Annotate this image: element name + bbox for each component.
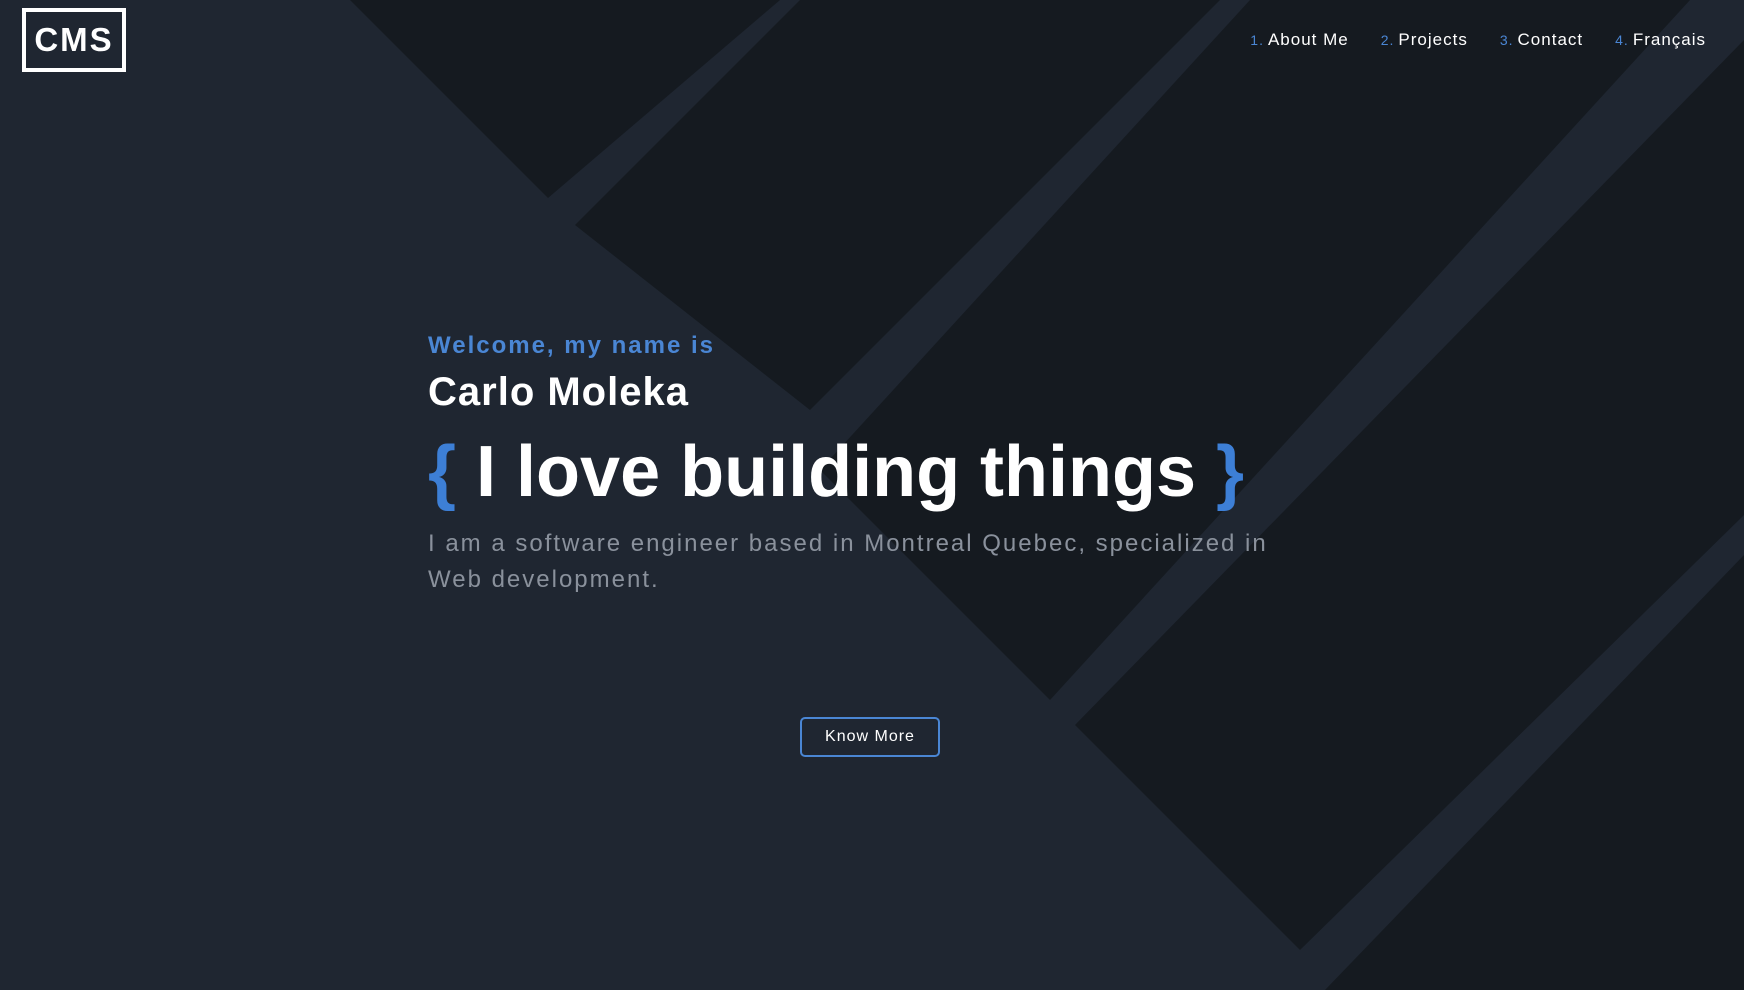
hero-tagline: { I love building things } — [428, 430, 1328, 514]
author-name: Carlo Moleka — [428, 370, 689, 414]
nav-item-number: 3. — [1499, 32, 1514, 48]
nav-item-number: 2. — [1380, 32, 1395, 48]
nav-item-label: Contact — [1517, 30, 1584, 49]
page: CMS 1. About Me 2. Projects 3. Contact 4… — [0, 0, 1744, 990]
nav-item-contact[interactable]: 3. Contact — [1500, 30, 1583, 50]
open-brace: { — [428, 432, 457, 512]
hero-description: I am a software engineer based in Montre… — [428, 530, 1268, 593]
nav-item-projects[interactable]: 2. Projects — [1381, 30, 1468, 50]
nav-item-label: About Me — [1267, 30, 1349, 49]
nav-item-label: Projects — [1398, 30, 1468, 49]
logo[interactable]: CMS — [22, 8, 126, 72]
nav-item-number: 4. — [1615, 32, 1629, 48]
nav-item-label: Français — [1632, 30, 1706, 49]
welcome-text: Welcome, my name is — [428, 332, 715, 359]
main-nav: 1. About Me 2. Projects 3. Contact 4. Fr… — [1250, 30, 1706, 50]
nav-item-about-me[interactable]: 1. About Me — [1250, 30, 1348, 50]
nav-item-number: 1. — [1250, 32, 1264, 48]
hero-section: Welcome, my name is Carlo Moleka { I lov… — [428, 330, 1328, 598]
know-more-button[interactable]: Know More — [800, 717, 940, 757]
close-brace: } — [1216, 432, 1245, 512]
nav-item-language[interactable]: 4. Français — [1615, 30, 1706, 50]
tagline-text: I love building things — [476, 432, 1197, 512]
